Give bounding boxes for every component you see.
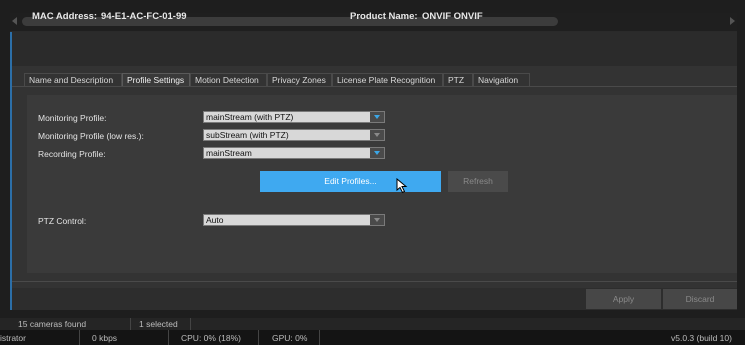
gpu-usage: GPU: 0% xyxy=(272,333,308,343)
product-name-label: Product Name: xyxy=(350,11,418,22)
mac-address-label: MAC Address: xyxy=(32,11,98,22)
recording-profile-value: mainStream xyxy=(206,148,252,158)
tab-underline xyxy=(12,86,737,87)
selection-status-bar xyxy=(0,318,745,330)
recording-profile-select[interactable]: mainStream xyxy=(203,147,385,159)
camera-info-bar xyxy=(12,32,737,66)
tab-navigation[interactable]: Navigation xyxy=(473,73,530,86)
divider xyxy=(319,330,320,345)
divider xyxy=(12,281,737,282)
divider xyxy=(258,330,259,345)
monitoring-profile-low-res-value: subStream (with PTZ) xyxy=(206,130,289,140)
cameras-found-count: 15 cameras found xyxy=(18,319,87,329)
monitoring-profile-low-res-select[interactable]: subStream (with PTZ) xyxy=(203,129,385,141)
monitoring-profile-low-res-label: Monitoring Profile (low res.): xyxy=(38,131,144,141)
cpu-usage: CPU: 0% (18%) xyxy=(181,333,241,343)
ptz-control-select[interactable]: Auto xyxy=(203,214,385,226)
tab-profile-settings[interactable]: Profile Settings xyxy=(122,73,190,86)
apply-button[interactable]: Apply xyxy=(586,289,661,309)
version-label: v5.0.3 (build 10) xyxy=(671,333,732,343)
tab-license-plate-recognition[interactable]: License Plate Recognition xyxy=(332,73,443,86)
divider xyxy=(130,318,131,330)
mouse-cursor-icon xyxy=(396,178,408,194)
user-name: istrator xyxy=(0,333,26,343)
divider xyxy=(168,330,169,345)
monitoring-profile-label: Monitoring Profile: xyxy=(38,113,107,123)
chevron-down-icon[interactable] xyxy=(370,215,384,225)
tab-motion-detection[interactable]: Motion Detection xyxy=(190,73,267,86)
ptz-control-value: Auto xyxy=(206,215,224,225)
monitoring-profile-value: mainStream (with PTZ) xyxy=(206,112,294,122)
mac-address-value: 94-E1-AC-FC-01-99 xyxy=(101,11,187,22)
tab-ptz[interactable]: PTZ xyxy=(443,73,473,86)
product-name-value: ONVIF ONVIF xyxy=(422,11,483,22)
discard-button[interactable]: Discard xyxy=(663,289,737,309)
chevron-down-icon[interactable] xyxy=(370,130,384,140)
scroll-left-icon[interactable] xyxy=(12,17,17,25)
divider xyxy=(79,330,80,345)
tab-privacy-zones[interactable]: Privacy Zones xyxy=(267,73,332,86)
monitoring-profile-select[interactable]: mainStream (with PTZ) xyxy=(203,111,385,123)
edit-profiles-button[interactable]: Edit Profiles... xyxy=(260,171,441,192)
refresh-button[interactable]: Refresh xyxy=(448,171,508,192)
divider xyxy=(190,318,191,330)
recording-profile-label: Recording Profile: xyxy=(38,149,106,159)
chevron-down-icon[interactable] xyxy=(370,148,384,158)
scroll-right-icon[interactable] xyxy=(730,17,735,25)
bandwidth-value: 0 kbps xyxy=(92,333,118,343)
tab-name-and-description[interactable]: Name and Description xyxy=(24,73,122,86)
selected-count: 1 selected xyxy=(139,319,178,329)
chevron-down-icon[interactable] xyxy=(370,112,384,122)
ptz-control-label: PTZ Control: xyxy=(38,216,87,226)
